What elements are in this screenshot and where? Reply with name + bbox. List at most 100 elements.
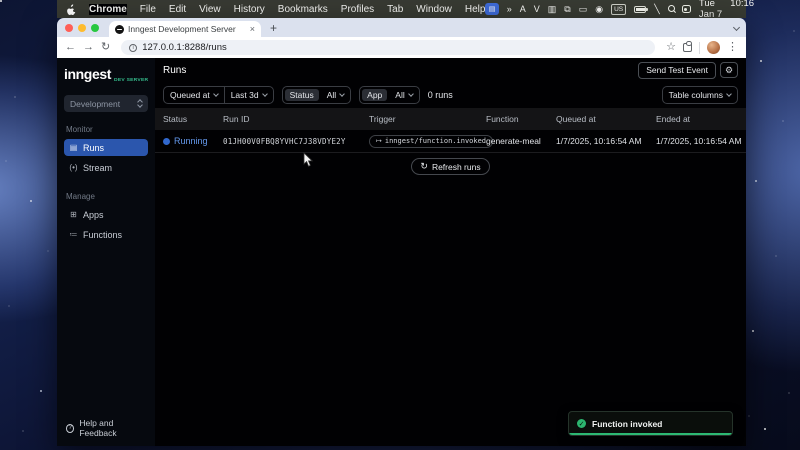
col-status[interactable]: Status xyxy=(163,114,223,124)
input-source-badge[interactable]: US xyxy=(611,4,626,15)
menu-item-help[interactable]: Help xyxy=(465,4,486,15)
status-icon-v[interactable]: V xyxy=(534,5,540,14)
status-filter-dropdown[interactable]: All xyxy=(321,87,350,103)
menu-item-bookmarks[interactable]: Bookmarks xyxy=(278,4,328,15)
function-name[interactable]: generate-meal xyxy=(486,136,556,146)
settings-gear-button[interactable]: ⚙ xyxy=(720,62,738,78)
help-and-feedback[interactable]: ? Help and Feedback xyxy=(64,418,148,438)
close-window-button[interactable] xyxy=(65,24,73,32)
menu-item-edit[interactable]: Edit xyxy=(169,4,186,15)
tab-close-icon[interactable]: × xyxy=(250,25,255,34)
sidebar-item-stream[interactable]: (•) Stream xyxy=(64,159,148,176)
status-icon-display[interactable]: ▭ xyxy=(579,5,588,14)
refresh-runs-button[interactable]: ↻ Refresh runs xyxy=(411,158,489,175)
refresh-icon: ↻ xyxy=(420,162,428,171)
extensions-icon[interactable] xyxy=(683,43,692,52)
battery-icon[interactable] xyxy=(634,6,646,13)
col-queued-at[interactable]: Queued at xyxy=(556,114,656,124)
spotlight-search-icon[interactable] xyxy=(668,5,674,13)
menu-bar-clock[interactable]: Tue Jan 7 10:16 xyxy=(699,0,754,20)
trigger-badge[interactable]: ↦ inngest/function.invoked xyxy=(369,135,493,148)
forward-button[interactable]: → xyxy=(83,42,94,53)
run-status[interactable]: Running xyxy=(174,136,208,146)
manage-section-label: Manage xyxy=(66,192,146,201)
col-run-id[interactable]: Run ID xyxy=(223,114,369,124)
address-bar[interactable]: i 127.0.0.1:8288/runs xyxy=(121,40,655,55)
environment-select[interactable]: Development xyxy=(64,95,148,112)
sidebar: inngest DEV SERVER Development Monitor ▤… xyxy=(57,58,155,446)
menu-date: Tue Jan 7 xyxy=(699,0,725,20)
time-field-dropdown[interactable]: Queued at xyxy=(164,87,224,103)
page-title: Runs xyxy=(163,65,186,76)
menu-app-name[interactable]: Chrome xyxy=(89,4,127,15)
screen-share-indicator-icon[interactable]: ▤ xyxy=(485,3,498,15)
status-icon-tiles[interactable]: ▥ xyxy=(548,5,557,14)
menu-item-profiles[interactable]: Profiles xyxy=(341,4,374,15)
app-filter-dropdown[interactable]: All xyxy=(389,87,418,103)
monitor-section-label: Monitor xyxy=(66,125,146,134)
table-columns-button[interactable]: Table columns xyxy=(662,86,738,104)
menu-item-window[interactable]: Window xyxy=(416,4,452,15)
status-icon-chevrons[interactable]: » xyxy=(507,5,512,14)
help-icon: ? xyxy=(66,424,74,433)
profile-avatar[interactable] xyxy=(707,41,720,54)
new-tab-button[interactable]: + xyxy=(270,22,277,34)
col-trigger[interactable]: Trigger xyxy=(369,114,486,124)
tab-strip: Inngest Development Server × + xyxy=(57,18,746,37)
status-icon-copy[interactable]: ⧉ xyxy=(564,5,570,14)
page-header: Runs Send Test Event ⚙ xyxy=(155,58,746,82)
table-header: Status Run ID Trigger Function Queued at… xyxy=(155,108,746,130)
run-status-cell: Running xyxy=(163,136,223,146)
sidebar-item-label: Apps xyxy=(83,210,104,220)
chevron-down-icon xyxy=(726,91,732,97)
run-id[interactable]: 01JH00V0FBQ8YVHC7J38VDYE2Y xyxy=(223,137,369,146)
tab-search-chevron-icon[interactable] xyxy=(734,25,740,31)
toast-notification[interactable]: ✓ Function invoked xyxy=(568,411,733,436)
toast-message: Function invoked xyxy=(592,419,662,429)
sidebar-item-functions[interactable]: ≔ Functions xyxy=(64,226,148,243)
menu-item-file[interactable]: File xyxy=(140,4,156,15)
toast-progress-bar xyxy=(569,433,732,435)
macos-menu-bar: Chrome File Edit View History Bookmarks … xyxy=(57,0,746,18)
event-trigger-icon: ↦ xyxy=(376,138,382,145)
browser-tab[interactable]: Inngest Development Server × xyxy=(109,21,261,37)
select-chevrons-icon xyxy=(138,100,142,107)
reload-button[interactable]: ↻ xyxy=(101,42,110,53)
sidebar-item-label: Functions xyxy=(83,230,122,240)
virtual-screen: Chrome File Edit View History Bookmarks … xyxy=(57,0,746,446)
filter-bar: Queued at Last 3d Status All App xyxy=(155,82,746,108)
site-info-icon[interactable]: i xyxy=(129,44,137,52)
chevron-down-icon xyxy=(213,91,219,97)
app-filter-group: App All xyxy=(359,86,420,104)
control-center-icon[interactable] xyxy=(682,5,691,13)
apple-icon[interactable] xyxy=(67,4,76,15)
time-range-dropdown[interactable]: Last 3d xyxy=(224,87,273,103)
sidebar-item-runs[interactable]: ▤ Runs xyxy=(64,139,148,156)
minimize-window-button[interactable] xyxy=(78,24,86,32)
status-icon-a[interactable]: A xyxy=(520,5,526,14)
menu-time: 10:16 xyxy=(730,0,754,20)
menu-item-history[interactable]: History xyxy=(234,4,265,15)
back-button[interactable]: ← xyxy=(65,42,76,53)
chevron-down-icon xyxy=(262,91,268,97)
col-function[interactable]: Function xyxy=(486,114,556,124)
menu-item-tab[interactable]: Tab xyxy=(387,4,403,15)
menu-item-view[interactable]: View xyxy=(199,4,221,15)
chevron-down-icon xyxy=(339,91,345,97)
runs-count: 0 runs xyxy=(428,90,453,100)
ended-at-value: 1/7/2025, 10:16:54 AM xyxy=(656,136,746,146)
bookmark-star-icon[interactable]: ☆ xyxy=(666,42,676,53)
zoom-window-button[interactable] xyxy=(91,24,99,32)
browser-menu-icon[interactable]: ⋮ xyxy=(727,42,738,53)
sidebar-item-apps[interactable]: ⊞ Apps xyxy=(64,206,148,223)
status-icon-backslash[interactable]: ╲ xyxy=(654,5,659,14)
browser-window: Inngest Development Server × + ← → ↻ i 1… xyxy=(57,18,746,446)
table-row[interactable]: Running 01JH00V0FBQ8YVHC7J38VDYE2Y ↦ inn… xyxy=(155,130,746,153)
status-icon-record[interactable]: ◉ xyxy=(595,5,603,14)
col-ended-at[interactable]: Ended at xyxy=(656,114,746,124)
chevron-down-icon xyxy=(408,91,414,97)
tab-title: Inngest Development Server xyxy=(128,24,246,34)
send-test-event-button[interactable]: Send Test Event xyxy=(638,62,716,79)
gear-icon: ⚙ xyxy=(725,65,733,76)
sidebar-item-label: Stream xyxy=(83,163,112,173)
